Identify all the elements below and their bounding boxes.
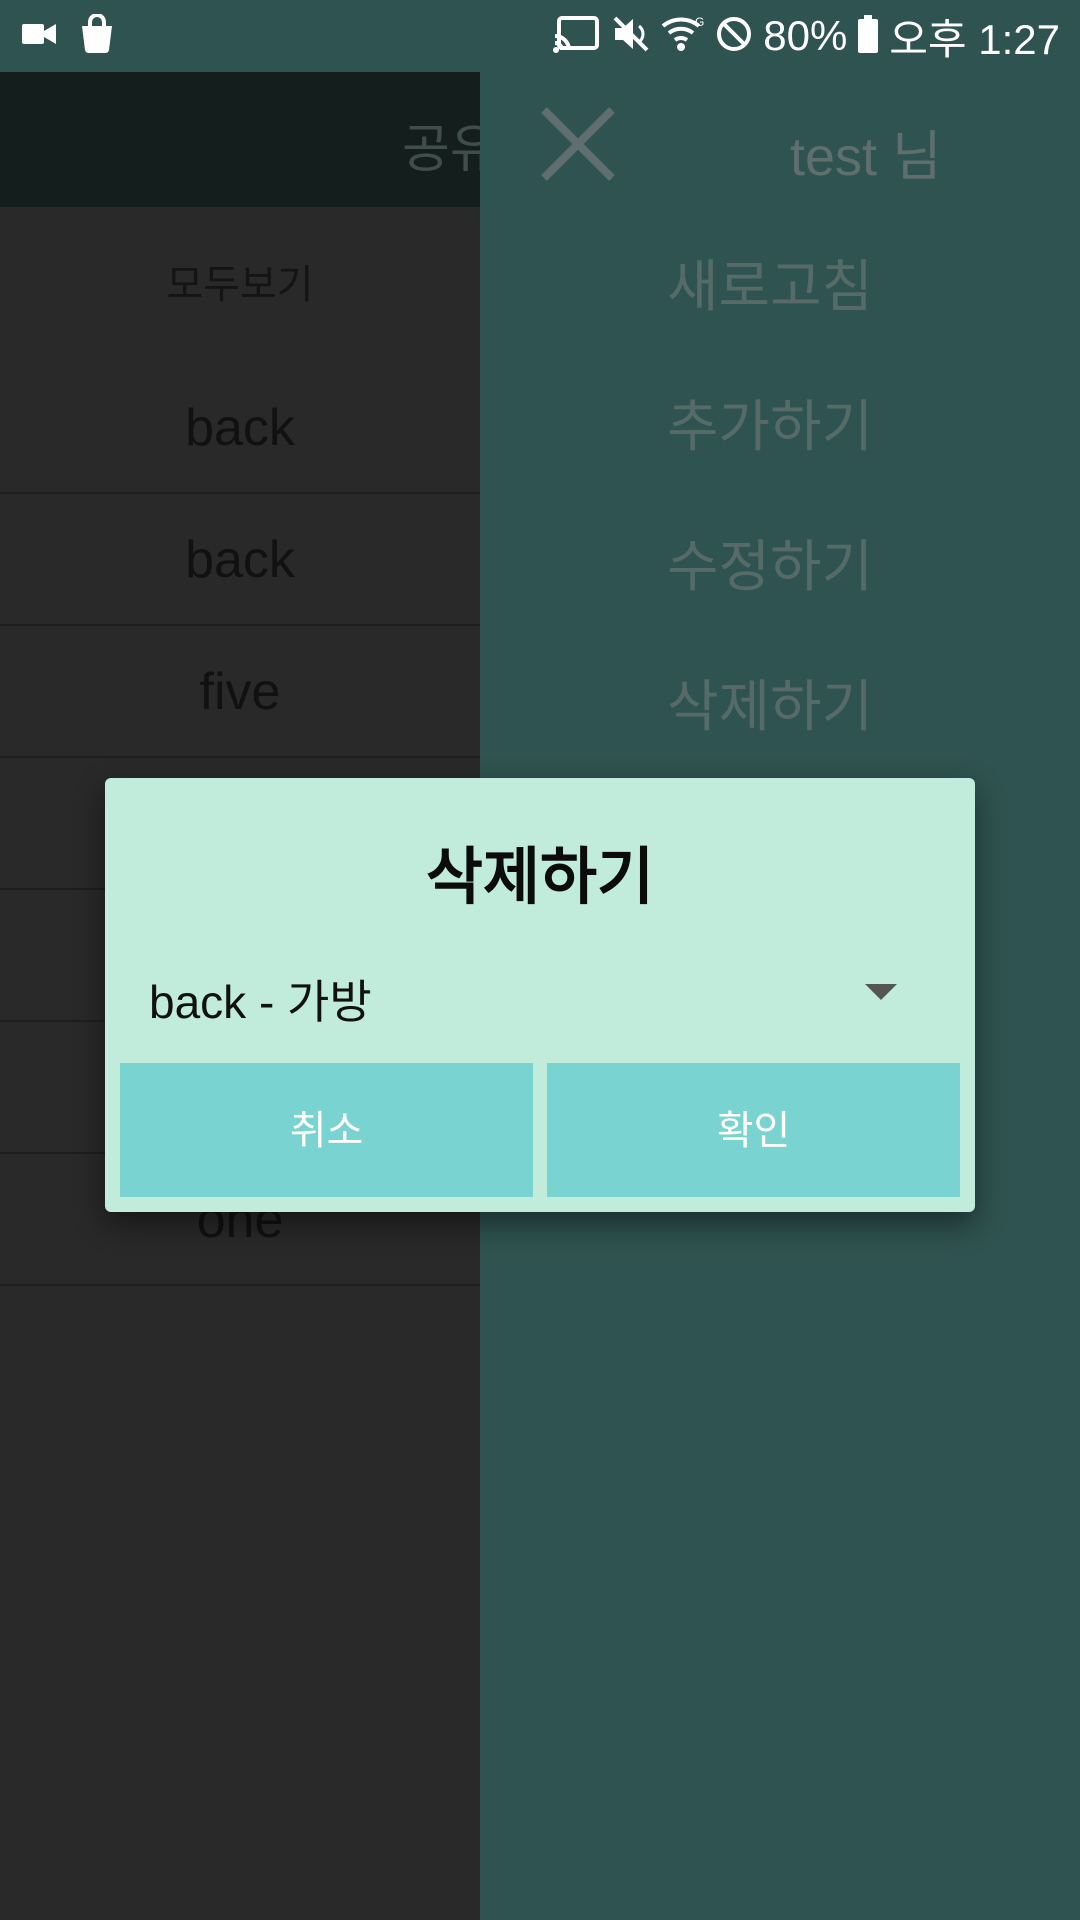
mute-icon	[611, 14, 651, 58]
wifi-icon: G	[661, 14, 705, 58]
dialog-title: 삭제하기	[425, 840, 655, 913]
item-select[interactable]: back - 가방	[145, 960, 935, 1032]
list-item[interactable]: back	[0, 494, 480, 626]
main-header: 공유	[0, 72, 480, 207]
shopping-bag-icon	[80, 13, 114, 58]
battery-percent: 80%	[763, 12, 848, 59]
do-not-disturb-icon	[715, 15, 753, 57]
svg-text:G: G	[695, 15, 704, 29]
status-bar: G 80% 오후 1:27	[0, 0, 1080, 72]
category-all[interactable]: 모두보기	[0, 252, 480, 310]
cancel-button[interactable]: 취소	[120, 1063, 533, 1197]
menu-refresh[interactable]: 새로고침	[600, 242, 940, 323]
user-label: test 님	[790, 127, 942, 187]
list-item[interactable]: back	[0, 362, 480, 494]
item-select-value: back - 가방	[149, 976, 372, 1028]
close-icon[interactable]	[536, 102, 620, 186]
page-title: 공유	[402, 120, 480, 180]
video-camera-icon	[22, 21, 56, 51]
confirm-button[interactable]: 확인	[547, 1063, 960, 1197]
battery-icon	[857, 15, 879, 57]
cast-icon	[553, 14, 601, 58]
dropdown-arrow-icon[interactable]	[865, 984, 897, 1000]
list-item[interactable]: five	[0, 626, 480, 758]
menu-add[interactable]: 추가하기	[600, 382, 940, 463]
menu-delete[interactable]: 삭제하기	[600, 662, 940, 743]
delete-dialog: 삭제하기 back - 가방 취소 확인	[105, 778, 975, 1212]
menu-edit[interactable]: 수정하기	[600, 522, 940, 603]
clock: 오후 1:27	[889, 15, 1060, 63]
